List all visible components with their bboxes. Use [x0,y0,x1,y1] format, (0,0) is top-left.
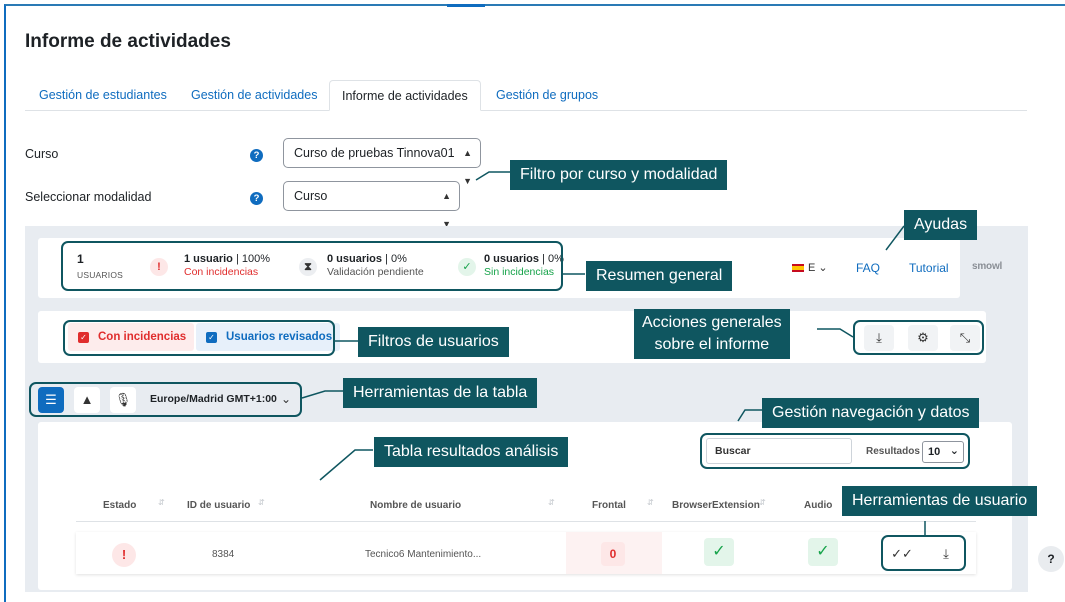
sort-icon[interactable]: ⇵ [759,498,766,507]
highlight-table-tools [29,382,302,417]
check-icon[interactable]: ✓ [704,538,734,566]
highlight-summary [61,241,563,291]
course-select-value: Curso de pruebas Tinnova01 [294,146,455,160]
top-accent-bar [447,4,485,7]
callout-user-tools: Herramientas de usuario [842,486,1038,516]
spain-flag-icon [792,264,804,273]
table-row[interactable] [76,532,976,574]
callout-results-table: Tabla resultados análisis [374,437,569,467]
user-name-cell[interactable]: Tecnico6 Mantenimiento... [365,549,481,560]
course-label: Curso [25,147,59,161]
header-audio[interactable]: Audio [804,500,832,511]
sort-icon[interactable]: ⇵ [258,498,265,507]
mode-select[interactable]: Curso ▲ ▼ [283,181,460,229]
header-user-id[interactable]: ID de usuario [187,500,250,511]
status-warning-icon: ! [112,543,136,567]
language-selector[interactable]: E ⌄ [792,261,828,274]
smowl-logo: smowl [972,261,1003,272]
header-divider [76,521,976,522]
language-code: E [808,262,816,274]
sort-icon[interactable]: ⇵ [647,498,654,507]
highlight-report-actions [853,320,984,355]
callout-report-actions-line1: Acciones generales [642,314,782,331]
sort-icon[interactable]: ⇵ [158,498,165,507]
highlight-navigation [700,433,970,469]
callout-table-tools: Herramientas de la tabla [343,378,538,408]
faq-link[interactable]: FAQ [856,261,880,275]
tab-group-management[interactable]: Gestión de grupos [496,80,598,111]
callout-help: Ayudas [904,210,978,240]
header-estado[interactable]: Estado [103,500,136,511]
course-help-icon[interactable]: ? [250,149,263,162]
floating-help-icon[interactable]: ? [1038,546,1064,572]
chevron-down-icon: ⌄ [818,262,828,274]
sort-icon[interactable]: ⇵ [548,498,555,507]
tab-bar: Gestión de estudiantes Gestión de activi… [25,80,1027,111]
callout-course-filter: Filtro por curso y modalidad [510,160,728,190]
tab-activity-report[interactable]: Informe de actividades [329,80,481,111]
page-title: Informe de actividades [25,31,231,52]
user-id-cell: 8384 [212,549,235,560]
callout-user-filters: Filtros de usuarios [358,327,509,357]
mode-select-value: Curso [294,189,328,203]
highlight-user-filters [63,320,335,356]
callout-navigation: Gestión navegación y datos [762,398,980,428]
tab-activity-management[interactable]: Gestión de actividades [191,80,317,111]
tab-student-management[interactable]: Gestión de estudiantes [39,80,167,111]
check-icon[interactable]: ✓ [808,538,838,566]
callout-report-actions: Acciones generales sobre el informe [634,309,790,359]
frontal-count-badge[interactable]: 0 [601,542,625,566]
callout-summary: Resumen general [586,261,733,291]
select-arrows-icon: ▲ ▼ [463,148,472,186]
course-select[interactable]: Curso de pruebas Tinnova01 ▲ ▼ [283,138,481,186]
callout-report-actions-line2: sobre el informe [654,336,770,353]
header-browser-extension[interactable]: BrowserExtension [672,500,760,511]
header-user-name[interactable]: Nombre de usuario [370,500,461,511]
mode-label: Seleccionar modalidad [25,190,152,204]
highlight-user-tools [881,535,966,571]
header-frontal[interactable]: Frontal [592,500,626,511]
mode-help-icon[interactable]: ? [250,192,263,205]
tutorial-link[interactable]: Tutorial [909,261,949,275]
